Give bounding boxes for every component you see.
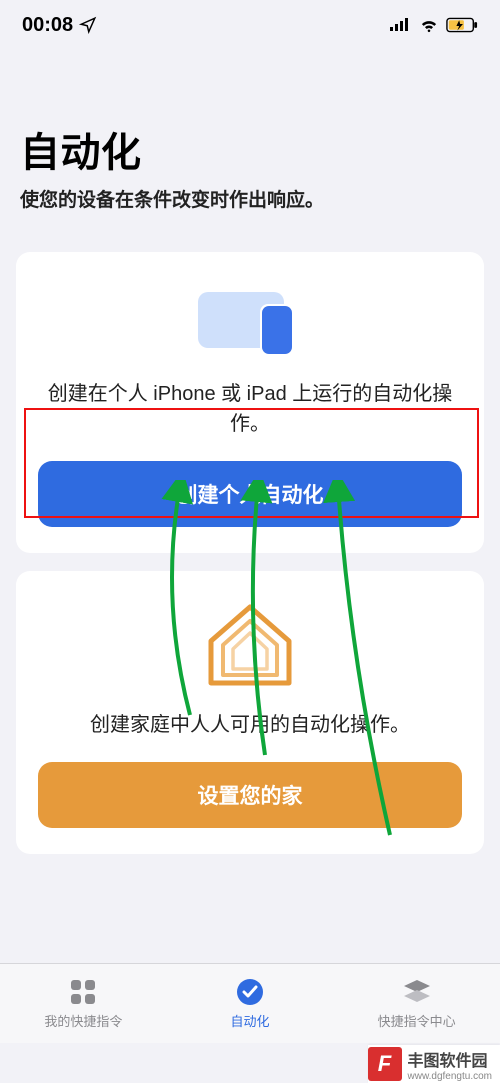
home-automation-card: 创建家庭中人人可用的自动化操作。 设置您的家 (16, 571, 484, 854)
watermark: F 丰图软件园 www.dgfengtu.com (368, 1045, 500, 1083)
tab-gallery[interactable]: 快捷指令中心 (333, 964, 500, 1043)
gallery-stack-icon (402, 977, 432, 1007)
create-personal-automation-button[interactable]: 创建个人自动化 (38, 461, 462, 527)
page-title: 自动化 (20, 120, 480, 178)
watermark-text-wrap: 丰图软件园 www.dgfengtu.com (408, 1047, 493, 1082)
home-icon (38, 603, 462, 694)
battery-charging-icon (446, 17, 478, 33)
page-header: 自动化 使您的设备在条件改变时作出响应。 (0, 50, 500, 222)
status-left: 00:08 (22, 14, 97, 37)
personal-card-desc: 创建在个人 iPhone 或 iPad 上运行的自动化操作。 (38, 379, 462, 439)
tab-my-shortcuts[interactable]: 我的快捷指令 (0, 964, 167, 1043)
status-time: 00:08 (22, 14, 73, 37)
tab-label-shortcuts: 我的快捷指令 (44, 1011, 122, 1030)
signal-icon (390, 17, 412, 33)
home-card-desc: 创建家庭中人人可用的自动化操作。 (38, 710, 462, 740)
personal-automation-card: 创建在个人 iPhone 或 iPad 上运行的自动化操作。 创建个人自动化 (16, 252, 484, 553)
devices-icon (38, 286, 462, 363)
page-subtitle: 使您的设备在条件改变时作出响应。 (20, 188, 480, 214)
tab-bar: 我的快捷指令 自动化 快捷指令中心 (0, 963, 500, 1043)
tab-label-gallery: 快捷指令中心 (378, 1011, 456, 1030)
cards-container: 创建在个人 iPhone 或 iPad 上运行的自动化操作。 创建个人自动化 创… (0, 222, 500, 854)
setup-home-button[interactable]: 设置您的家 (38, 762, 462, 828)
watermark-url: www.dgfengtu.com (408, 1071, 493, 1082)
watermark-badge-icon: F (368, 1047, 402, 1081)
status-bar: 00:08 (0, 0, 500, 50)
location-arrow-icon (79, 16, 97, 34)
shortcuts-grid-icon (69, 977, 97, 1007)
tab-automation[interactable]: 自动化 (167, 964, 334, 1043)
automation-check-icon (235, 977, 265, 1007)
tab-label-automation: 自动化 (231, 1011, 270, 1030)
wifi-icon (418, 17, 440, 33)
status-right (390, 17, 478, 33)
watermark-text: 丰图软件园 (408, 1047, 493, 1071)
